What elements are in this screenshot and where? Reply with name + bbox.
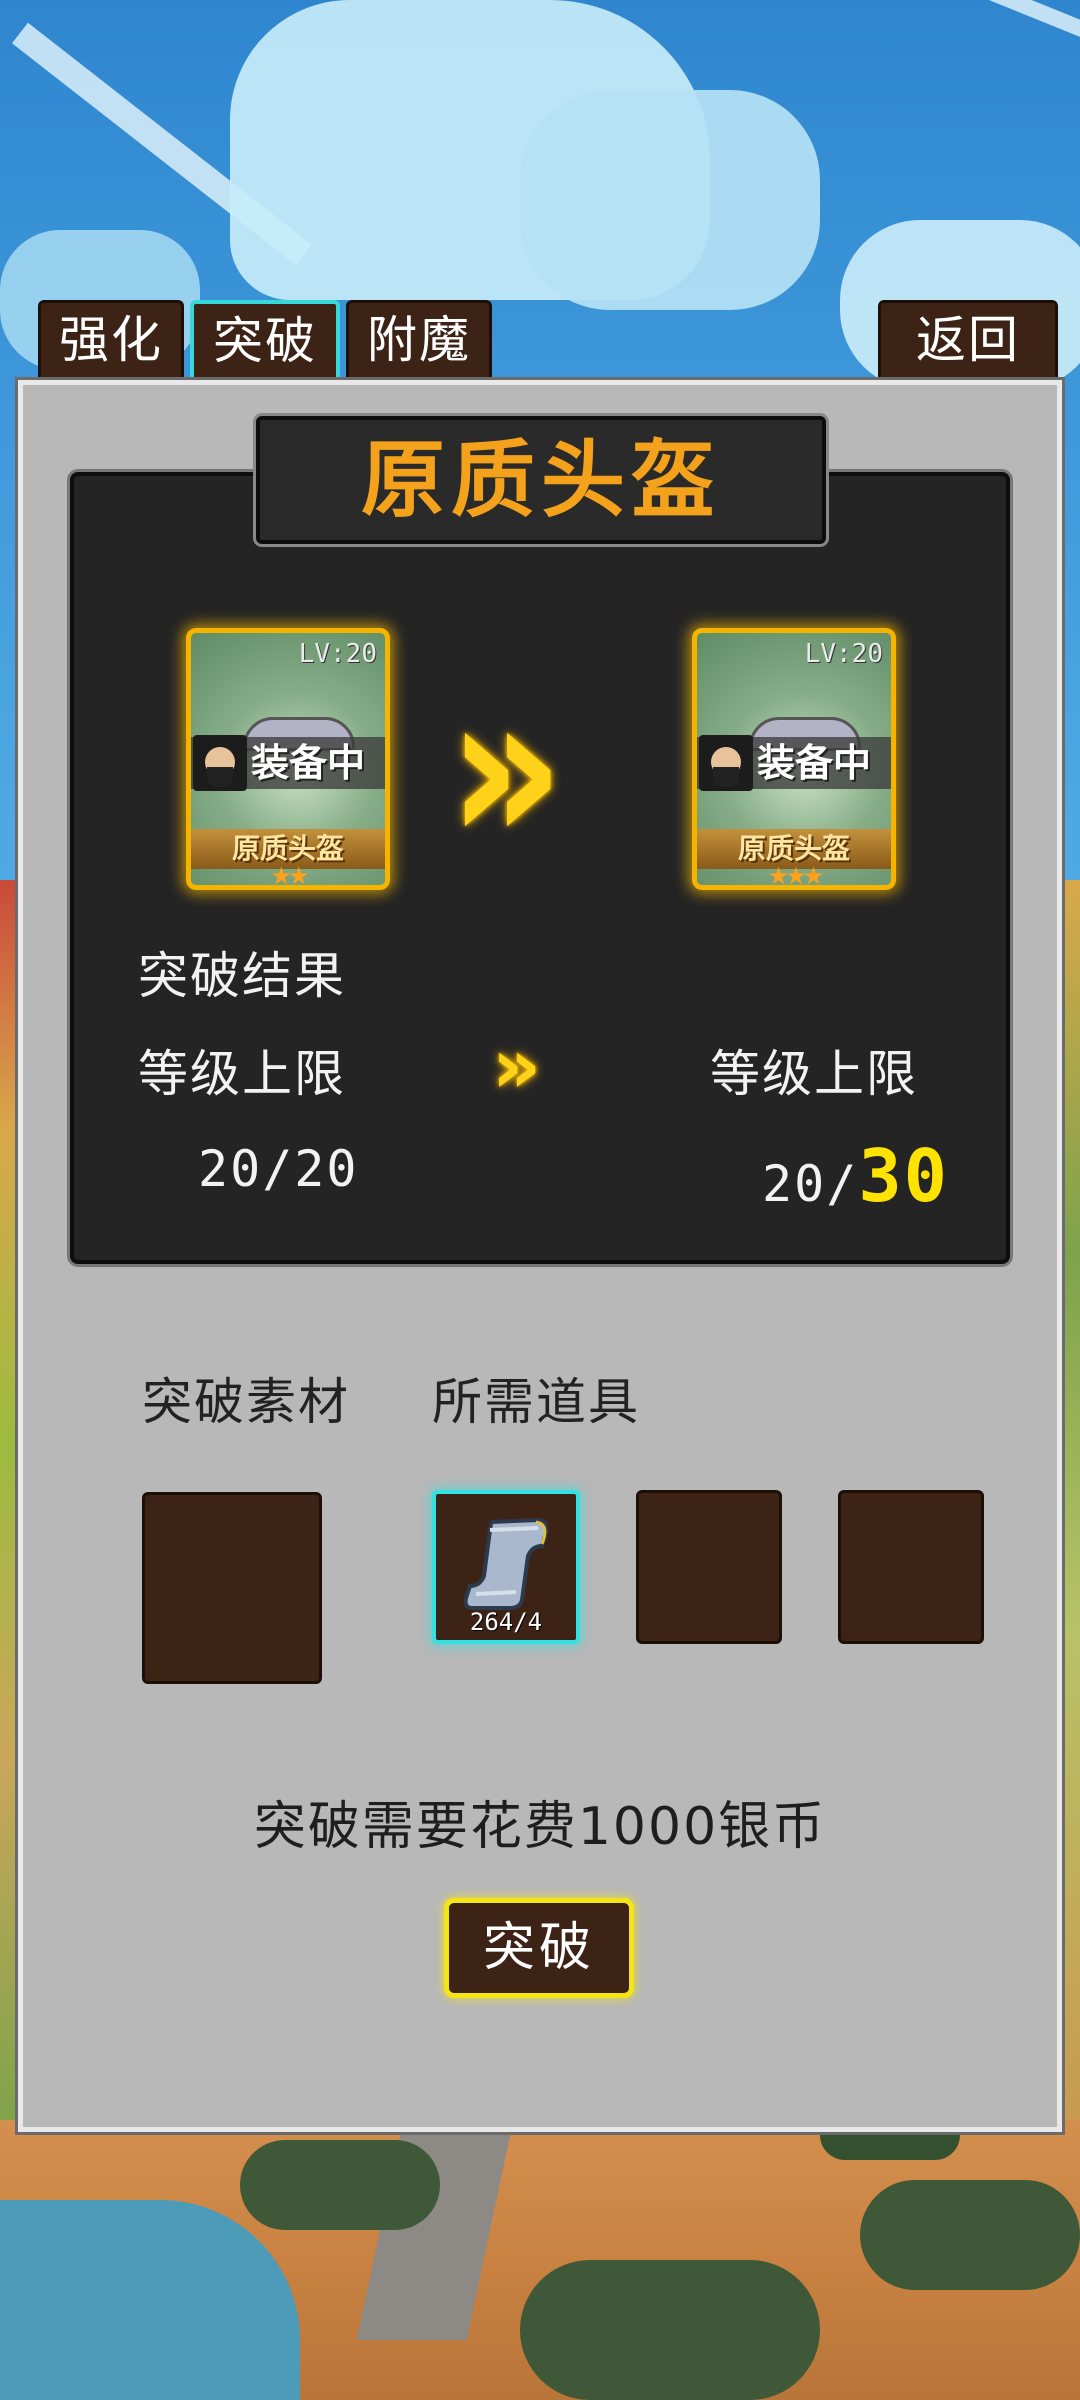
required-items-label: 所需道具 [432, 1373, 640, 1431]
card-level: LV:20 [804, 639, 883, 669]
level-cap-after: 20/30 [762, 1134, 949, 1218]
card-level: LV:20 [298, 639, 377, 669]
required-item-slot[interactable] [838, 1490, 984, 1644]
required-item-slot[interactable] [636, 1490, 782, 1644]
tab-breakthrough[interactable]: 突破 [190, 300, 340, 378]
star-rating: ★★ [270, 862, 309, 890]
bush [520, 2260, 820, 2400]
cloud [520, 90, 820, 310]
equipped-status: 装备中 [251, 741, 366, 785]
scroll-icon [463, 1517, 549, 1610]
level-cap-label-after: 等级上限 [710, 1045, 918, 1103]
level-cap-before: 20/20 [198, 1140, 359, 1198]
hero-avatar [193, 735, 247, 791]
item-title: 原质头盔 [256, 416, 826, 544]
item-card-before[interactable]: LV:20 装备中 原质头盔 ★★ [186, 628, 390, 890]
bush [240, 2140, 440, 2230]
level-cap-label-before: 等级上限 [138, 1045, 346, 1103]
required-item-slot[interactable]: 264/4 [432, 1490, 580, 1644]
breakthrough-button[interactable]: 突破 [444, 1898, 634, 1998]
item-card-after[interactable]: LV:20 装备中 原质头盔 ★★★ [692, 628, 896, 890]
level-cap-after-prefix: 20/ [762, 1155, 859, 1213]
material-label: 突破素材 [142, 1373, 350, 1431]
level-cap-after-new: 30 [858, 1134, 950, 1218]
tab-enchant[interactable]: 附魔 [346, 300, 492, 378]
back-button[interactable]: 返回 [878, 300, 1058, 378]
star-rating: ★★★ [767, 862, 825, 890]
double-chevron-icon: » [492, 1021, 541, 1110]
hero-avatar [699, 735, 753, 791]
double-chevron-icon: » [448, 649, 564, 890]
item-count: 264/4 [469, 1608, 543, 1636]
tab-enhance[interactable]: 强化 [38, 300, 184, 378]
bush [860, 2180, 1080, 2290]
material-slot[interactable] [142, 1492, 322, 1684]
result-label: 突破结果 [138, 947, 346, 1005]
equipped-status: 装备中 [757, 741, 872, 785]
cost-text: 突破需要花费1000银币 [253, 1797, 827, 1857]
